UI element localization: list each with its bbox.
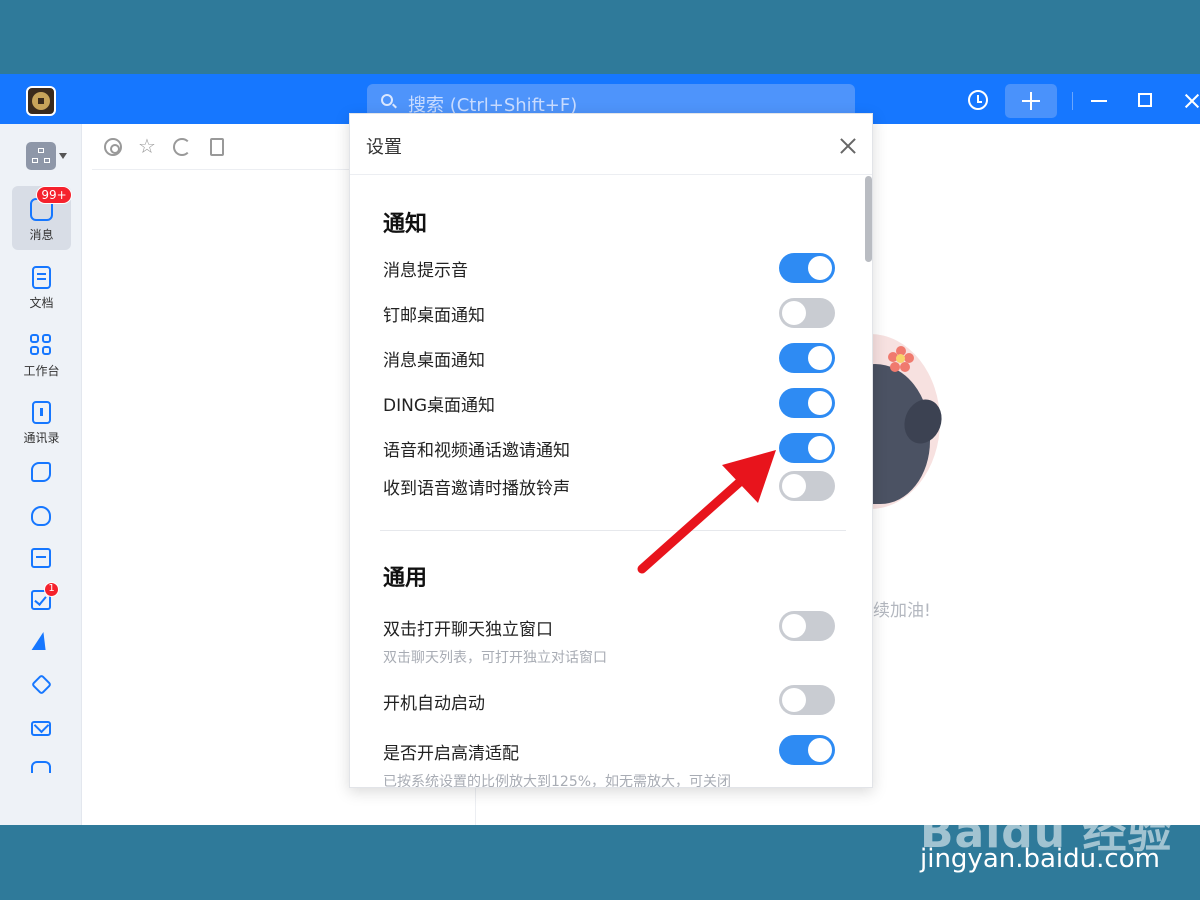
- contacts-icon: [32, 401, 51, 424]
- app-logo-avatar[interactable]: [26, 86, 56, 116]
- close-icon[interactable]: [838, 136, 858, 156]
- petal: [890, 362, 900, 372]
- toggle-call-invite-notify[interactable]: [779, 433, 835, 463]
- toggle-message-desktop-notify[interactable]: [779, 343, 835, 373]
- nav-item-workbench[interactable]: 工作台: [12, 322, 71, 386]
- option-call-invite-notify: 语音和视频通话邀请通知: [383, 441, 570, 461]
- minimize-icon: [1091, 100, 1107, 102]
- option-auto-start: 开机自动启动: [383, 694, 485, 714]
- org-switcher-icon[interactable]: [26, 142, 56, 170]
- toggle-knob: [808, 256, 832, 280]
- toggle-knob: [782, 301, 806, 325]
- section-title-general: 通用: [383, 566, 428, 591]
- phone-icon[interactable]: [31, 462, 51, 482]
- annotation-arrow: [637, 450, 776, 574]
- grid-cell: [42, 346, 51, 355]
- toggle-knob: [808, 738, 832, 762]
- nav-item-contacts[interactable]: 通讯录: [12, 389, 71, 453]
- minimize-button[interactable]: [1088, 84, 1110, 118]
- recent-icon[interactable]: [173, 138, 191, 156]
- section-title-notify: 通知: [383, 212, 428, 237]
- option-double-click-window: 双击打开聊天独立窗口: [383, 620, 553, 640]
- caret-down-icon[interactable]: [59, 153, 67, 159]
- history-hand-minute: [977, 101, 982, 103]
- option-double-click-desc: 双击聊天列表，可打开独立对话窗口: [383, 650, 607, 666]
- toggle-message-sound[interactable]: [779, 253, 835, 283]
- history-icon[interactable]: [963, 84, 993, 118]
- toggle-double-click-window[interactable]: [779, 611, 835, 641]
- empty-state-text: 续加油!: [873, 601, 931, 621]
- toggle-ding-desktop-notify[interactable]: [779, 388, 835, 418]
- option-message-desktop-notify: 消息桌面通知: [383, 351, 485, 371]
- toggle-knob: [782, 614, 806, 638]
- nav-item-label: 工作台: [23, 364, 60, 378]
- toggle-knob: [808, 436, 832, 460]
- mention-icon[interactable]: [104, 138, 122, 156]
- star-icon[interactable]: ☆: [138, 134, 156, 158]
- left-nav: 消息 文档 工作台 通讯录 ···: [0, 124, 82, 825]
- grid-cell: [42, 334, 51, 343]
- workbench-icon: [30, 334, 53, 357]
- maximize-button[interactable]: [1134, 84, 1156, 118]
- toggle-knob: [808, 391, 832, 415]
- coin-hole: [38, 98, 44, 104]
- nav-item-label: 文档: [29, 296, 54, 310]
- petal: [900, 362, 910, 372]
- flower-center: [896, 354, 905, 363]
- option-hd-adapt-desc: 已按系统设置的比例放大到125%，如无需放大，可关闭: [383, 774, 732, 788]
- todo-count-badge: 1: [44, 582, 59, 597]
- nav-item-label: 消息: [29, 228, 54, 242]
- toggle-knob: [782, 474, 806, 498]
- document-icon: [32, 266, 51, 289]
- divider: [350, 174, 872, 175]
- grid-cell: [30, 346, 39, 355]
- settings-dialog: 设置 通知 消息提示音 钉邮桌面通知 消息桌面通知 DING桌面通知 语音和视频…: [349, 113, 873, 788]
- toggle-knob: [782, 688, 806, 712]
- cloud-drive-icon[interactable]: [31, 506, 51, 526]
- add-button[interactable]: [1005, 84, 1057, 118]
- search-icon: [381, 94, 393, 106]
- option-mail-desktop-notify: 钉邮桌面通知: [383, 306, 485, 326]
- org-node: [44, 158, 50, 163]
- unread-count-badge: 99+: [36, 186, 72, 204]
- option-message-sound: 消息提示音: [383, 261, 468, 281]
- paw-toe: [1011, 774, 1025, 790]
- grid-cell: [30, 334, 39, 343]
- arrow-shaft: [637, 475, 747, 574]
- dialog-title: 设置: [366, 137, 402, 158]
- toggle-mail-desktop-notify[interactable]: [779, 298, 835, 328]
- plus-icon-bar: [1022, 100, 1040, 102]
- nav-item-label: 通讯录: [23, 431, 60, 445]
- watermark-url: jingyan.baidu.com: [920, 844, 1160, 874]
- close-window-button[interactable]: [1180, 84, 1200, 118]
- org-node: [32, 158, 38, 163]
- mail-icon[interactable]: [31, 721, 51, 736]
- cube-icon[interactable]: [30, 673, 53, 696]
- toggle-hd-adapt[interactable]: [779, 735, 835, 765]
- option-ringtone: 收到语音邀请时播放铃声: [383, 479, 570, 499]
- option-ding-desktop-notify: DING桌面通知: [383, 396, 495, 416]
- flower-icon: [888, 346, 914, 372]
- toggle-knob: [808, 346, 832, 370]
- maximize-icon: [1138, 93, 1152, 107]
- toggle-auto-start[interactable]: [779, 685, 835, 715]
- flash-icon[interactable]: [31, 632, 51, 650]
- nav-item-documents[interactable]: 文档: [12, 254, 71, 318]
- store-icon[interactable]: [31, 761, 51, 773]
- toggle-ringtone[interactable]: [779, 471, 835, 501]
- titlebar-divider: [1072, 92, 1073, 110]
- org-node: [38, 148, 44, 153]
- option-hd-adapt: 是否开启高清适配: [383, 744, 519, 764]
- calendar-icon[interactable]: [31, 548, 51, 568]
- scrollbar-thumb[interactable]: [865, 176, 872, 262]
- file-icon[interactable]: [210, 138, 224, 156]
